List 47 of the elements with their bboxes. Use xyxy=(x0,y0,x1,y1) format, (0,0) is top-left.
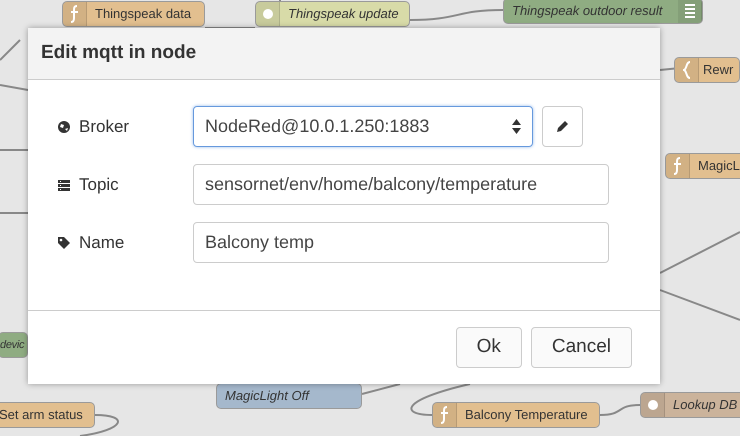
globe-icon xyxy=(57,120,71,134)
wire xyxy=(0,39,21,61)
func-icon xyxy=(440,406,449,424)
flow-node[interactable]: MagicL xyxy=(665,153,740,179)
flow-node[interactable]: Thingspeak data xyxy=(62,1,205,27)
node-label: Thingspeak outdoor result xyxy=(511,2,664,20)
wire xyxy=(0,212,28,214)
brace-icon xyxy=(682,61,690,79)
updown-caret-icon xyxy=(512,119,521,134)
pencil-icon xyxy=(557,121,568,132)
flow-node[interactable]: Thingspeak outdoor result xyxy=(503,0,703,24)
wire xyxy=(0,84,28,91)
list-icon xyxy=(57,178,71,192)
flow-node[interactable]: Thingspeak update xyxy=(255,1,410,27)
broker-select[interactable]: NodeRed@10.0.1.250:1883 xyxy=(193,106,533,147)
wire xyxy=(205,27,255,29)
field-label: Topic xyxy=(79,174,119,196)
tag-icon xyxy=(57,236,71,250)
node-label: Rewr xyxy=(702,61,734,80)
node-label: Thingspeak update xyxy=(287,5,400,24)
field-label: Name xyxy=(79,232,124,254)
flow-node[interactable]: MagicLight Off xyxy=(216,383,362,409)
field-label: Broker xyxy=(79,116,130,138)
wire xyxy=(600,404,640,416)
dot-icon xyxy=(648,400,658,410)
edit-button[interactable] xyxy=(542,106,583,147)
list-icon xyxy=(684,4,694,18)
node-label: Lookup DB xyxy=(672,396,738,414)
flow-node[interactable]: Balcony Temperature xyxy=(432,402,600,428)
node-label: MagicL xyxy=(697,157,740,176)
dialog-button[interactable]: Cancel xyxy=(530,327,632,368)
node-label: devic xyxy=(0,338,26,353)
wire xyxy=(362,383,400,395)
flow-node[interactable]: Lookup DB xyxy=(640,392,740,418)
dialog-button[interactable]: Ok xyxy=(456,327,522,368)
func-icon xyxy=(70,5,79,23)
node-label: MagicLight Off xyxy=(224,387,311,406)
text-field[interactable]: Balcony temp xyxy=(193,222,609,263)
flow-node[interactable]: devic xyxy=(0,332,28,358)
text-field[interactable]: sensornet/env/home/balcony/temperature xyxy=(193,164,609,205)
func-icon xyxy=(673,157,682,175)
node-label: Thingspeak data xyxy=(94,5,192,24)
flow-node[interactable]: Rewr xyxy=(674,57,740,83)
dot-icon xyxy=(262,9,272,19)
dialog-title: Edit mqtt in node xyxy=(41,41,196,66)
wire xyxy=(0,149,28,151)
node-label: Balcony Temperature xyxy=(464,406,589,424)
